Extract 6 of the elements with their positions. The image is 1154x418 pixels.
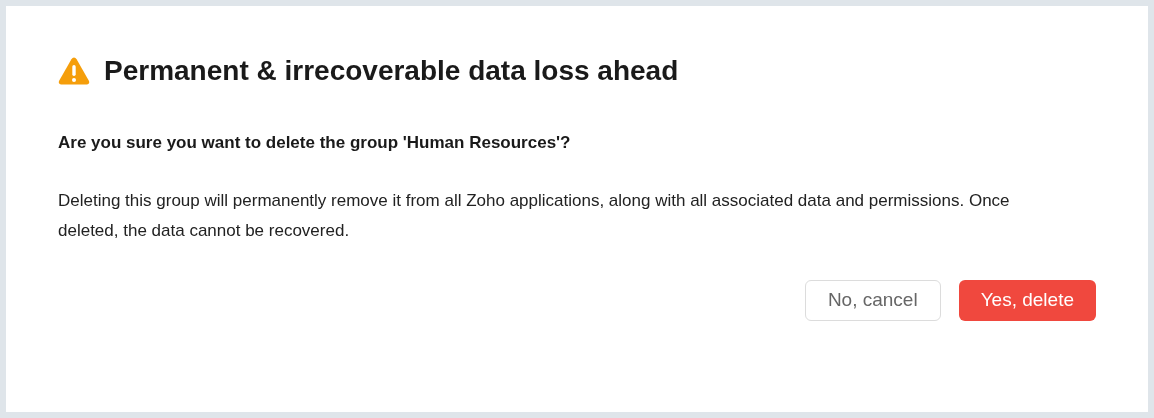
delete-button[interactable]: Yes, delete xyxy=(958,279,1096,321)
cancel-button[interactable]: No, cancel xyxy=(804,279,941,321)
warning-icon xyxy=(58,56,90,86)
message-text: Deleting this group will permanently remove it from all Zoho applications, along with all associated data and permissions. Once deleted, the data cannot be recovered. xyxy=(58,189,1011,242)
dialog-title: Permanent & irrecoverable data loss ahead xyxy=(104,54,679,88)
question-text: Are you sure you want to delete the group 'Human Resources'? xyxy=(58,132,572,154)
